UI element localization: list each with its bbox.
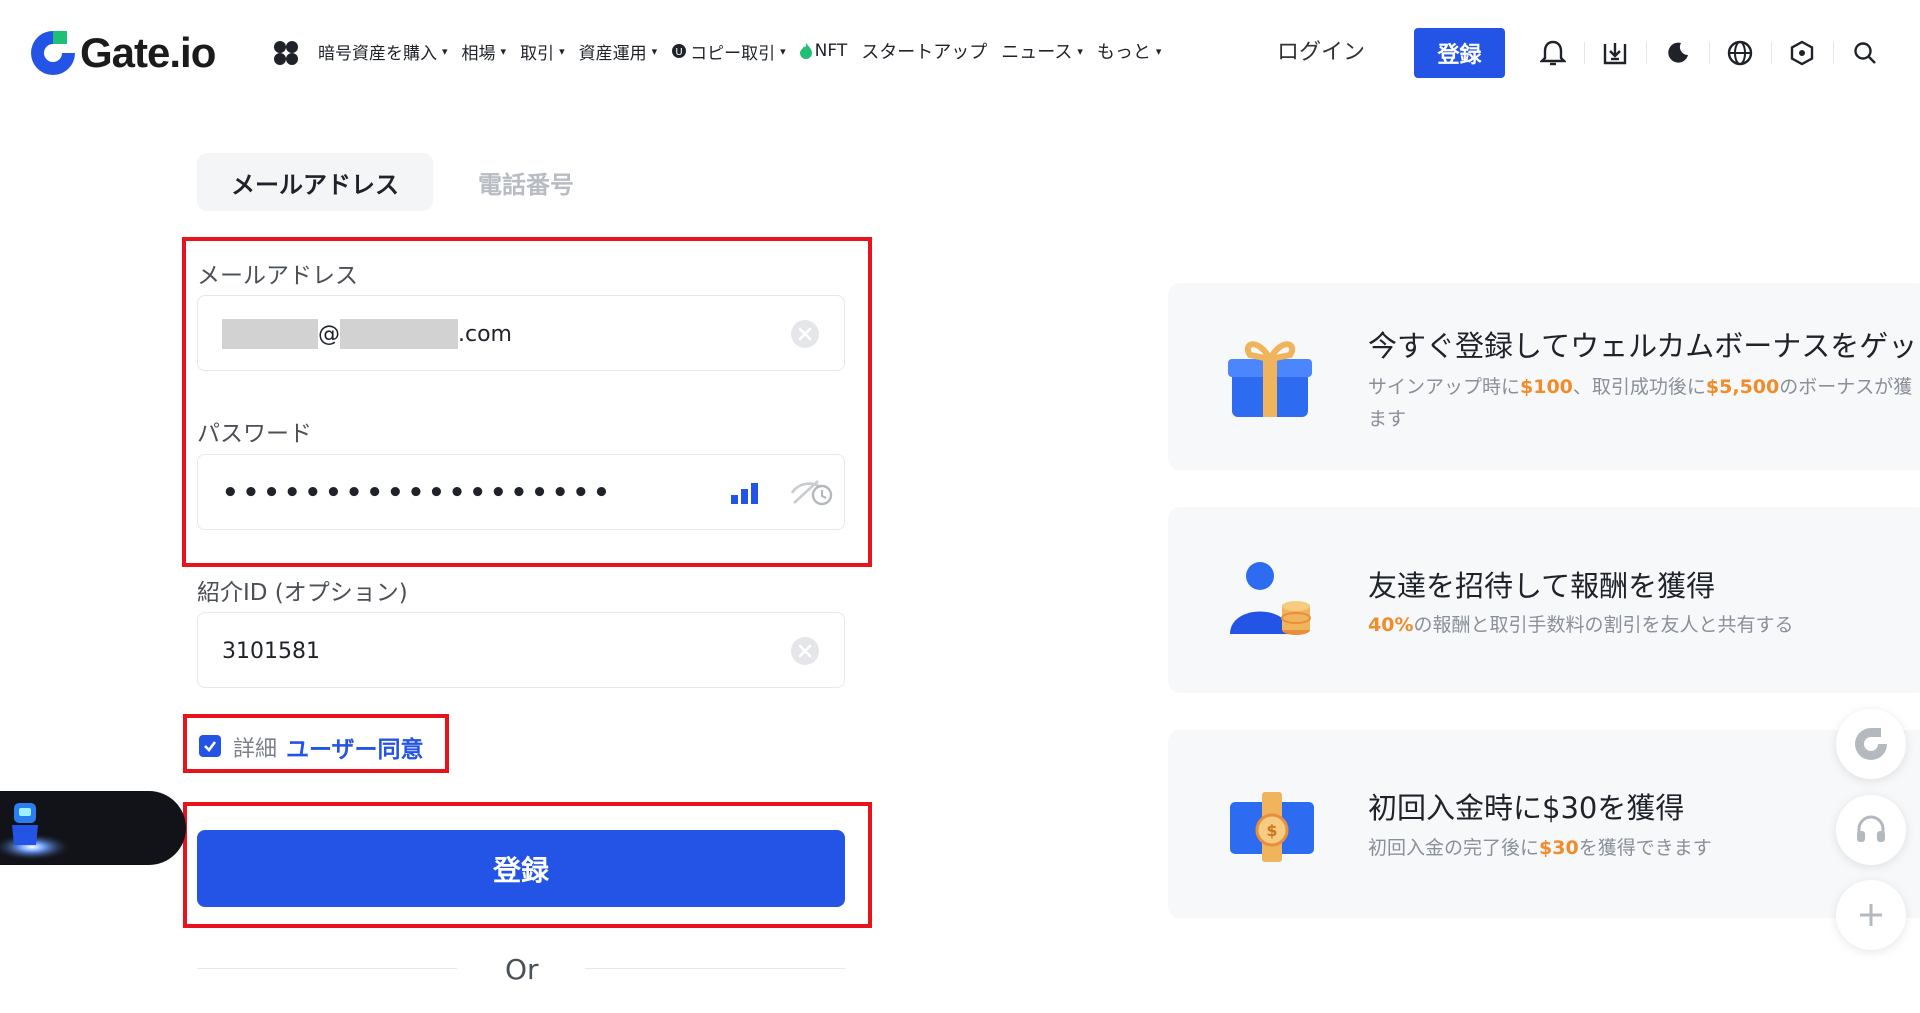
header-register-button[interactable]: 登録 [1414,28,1505,78]
nav-finance[interactable]: 資産運用 ▾ [579,39,658,64]
search-icon[interactable] [1850,38,1880,68]
nav-startup[interactable]: スタートアップ [861,38,987,64]
expand-button[interactable] [1836,880,1906,950]
login-link[interactable]: ログイン [1277,34,1365,66]
moon-icon[interactable] [1663,38,1693,68]
settings-icon[interactable] [1787,38,1817,68]
plus-icon [1860,904,1882,926]
promo-title: 友達を招待して報酬を獲得 [1368,569,1716,603]
apps-grid-icon[interactable] [273,40,299,66]
divider [1771,42,1772,64]
gate-logo-icon [1855,728,1887,760]
nav-markets[interactable]: 相場 ▾ [462,39,507,64]
highlight-submit-box [183,802,872,928]
svg-text:U: U [675,47,682,58]
divider [1584,42,1585,64]
promo-card-referral[interactable]: 友達を招待して報酬を獲得 40%の報酬と取引手数料の割引を友人と共有する [1168,507,1920,693]
divider [585,968,845,969]
download-icon[interactable] [1600,38,1630,68]
top-navigation: Gate.io 暗号資産を購入 ▾ 相場 ▾ 取引 ▾ 資産運用 ▾ U コピー取引 ▾ [0,0,1920,104]
globe-icon[interactable] [1725,38,1755,68]
highlight-credentials-box [182,237,872,567]
promo-title: 今すぐ登録してウェルカムボーナスをゲッ [1368,329,1918,363]
referral-label: 紹介ID (オプション) [197,580,408,606]
promo-description-line2: ます [1368,408,1407,430]
nav-news[interactable]: ニュース ▾ [1001,38,1083,64]
support-button[interactable] [1836,795,1906,865]
gate-logo-icon [31,31,75,75]
divider [1646,42,1647,64]
nav-copy-trading[interactable]: U コピー取引 ▾ [671,39,786,64]
clear-icon[interactable] [790,636,820,666]
gate-shortcut-button[interactable] [1836,709,1906,779]
promo-title: 初回入金時に$30を獲得 [1368,791,1685,825]
referral-field[interactable]: 3101581 [197,612,845,688]
nav-trade[interactable]: 取引 ▾ [520,39,565,64]
deposit-money-icon: $ [1230,792,1314,862]
divider [1709,42,1710,64]
promo-card-welcome[interactable]: 今すぐ登録してウェルカムボーナスをゲッ サインアップ時に$100、取引成功後に$… [1168,283,1920,470]
main-nav: 暗号資産を購入 ▾ 相場 ▾ 取引 ▾ 資産運用 ▾ U コピー取引 ▾ NFT スタート… [318,36,1161,66]
divider [197,968,457,969]
promo-description: サインアップ時に$100、取引成功後に$5,500のボーナスが獲 [1368,376,1913,398]
logo-text: Gate.io [80,29,216,76]
divider [1833,42,1834,64]
promo-card-deposit[interactable]: $ 初回入金時に$30を獲得 初回入金の完了後に$30を獲得できます [1168,730,1920,918]
tab-phone[interactable]: 電話番号 [478,165,574,200]
promo-description: 40%の報酬と取引手数料の割引を友人と共有する [1368,614,1794,636]
svg-text:$: $ [1266,821,1277,840]
nav-nft[interactable]: NFT [799,41,847,61]
promo-description: 初回入金の完了後に$30を獲得できます [1368,837,1712,859]
floating-promo-badge[interactable] [0,791,186,865]
flame-icon [799,43,812,59]
robot-icon [0,803,72,861]
gift-icon [1228,341,1312,417]
invite-friends-icon [1230,562,1311,635]
bell-icon[interactable] [1538,38,1568,68]
nav-more[interactable]: もっと ▾ [1097,38,1162,64]
tab-email[interactable]: メールアドレス [197,153,433,211]
highlight-agreement-box [183,714,449,773]
or-divider-text: Or [505,953,539,986]
referral-value: 3101581 [222,638,320,664]
headset-icon [1857,815,1885,842]
nav-buy-crypto[interactable]: 暗号資産を購入 ▾ [318,39,448,64]
gate-logo[interactable]: Gate.io [28,28,216,78]
copy-trading-icon: U [672,44,687,58]
